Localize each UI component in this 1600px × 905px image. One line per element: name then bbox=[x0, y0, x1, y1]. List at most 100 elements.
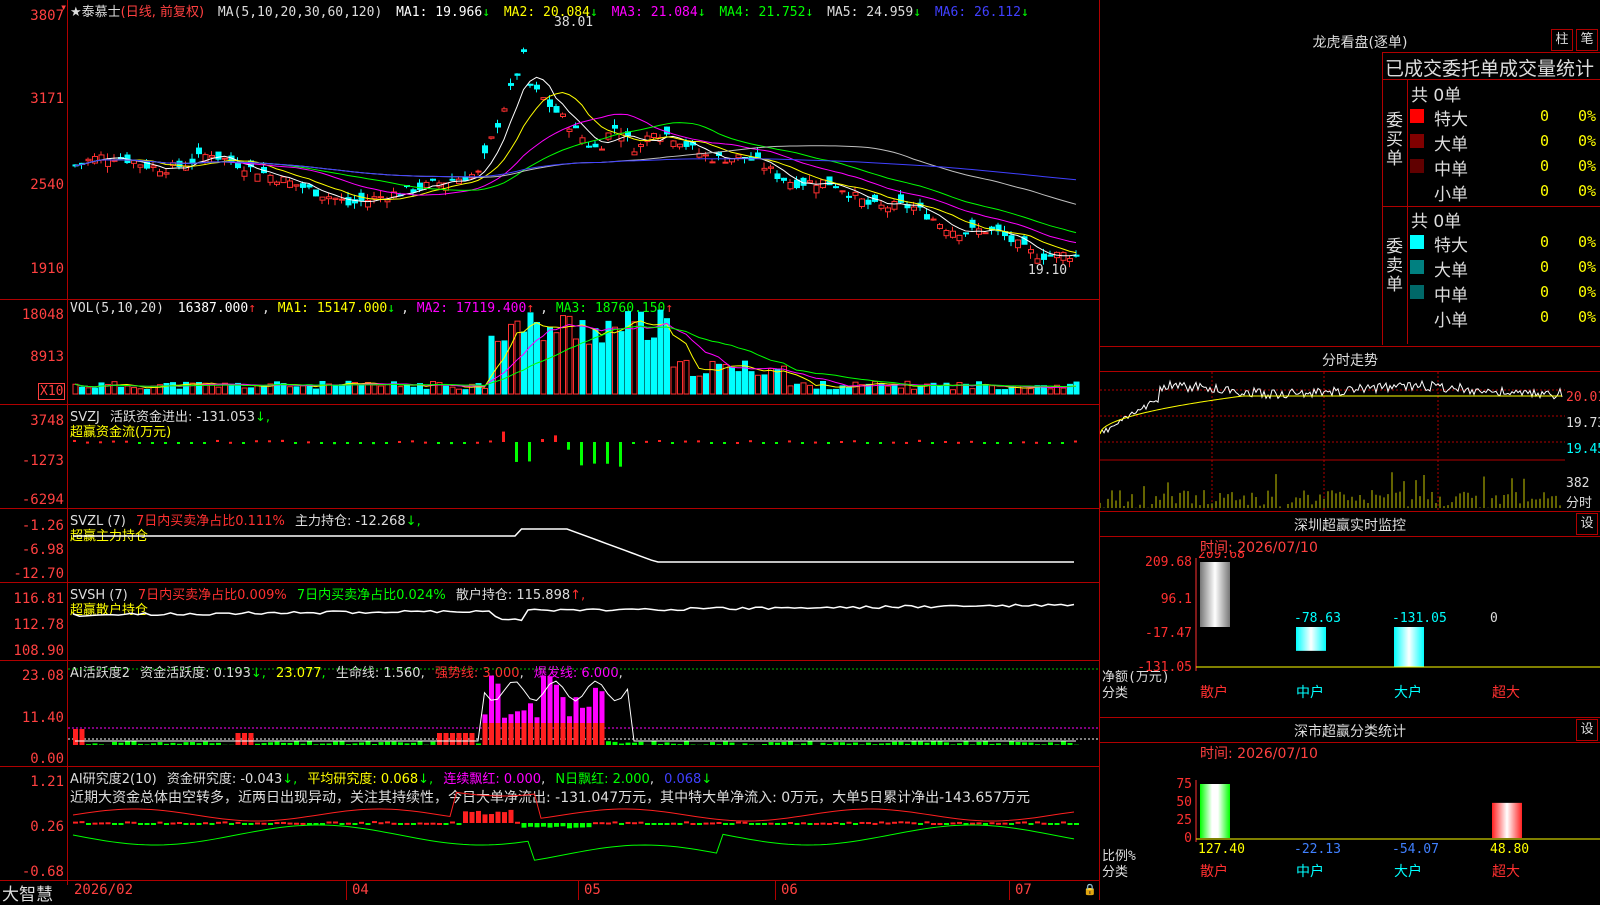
ai-research-bar bbox=[925, 821, 930, 823]
ai-research-bar bbox=[93, 823, 98, 825]
sell-swatch bbox=[1410, 285, 1424, 299]
ai-active-bar bbox=[268, 742, 273, 745]
y-tick: 23.08 bbox=[2, 668, 64, 684]
sz-class-settings-button[interactable]: 设 bbox=[1576, 719, 1598, 741]
sell-label: 小单 bbox=[1434, 306, 1468, 331]
ai-research-bar bbox=[1029, 823, 1034, 825]
svzj-bar bbox=[944, 441, 947, 443]
svzj-bar bbox=[411, 440, 414, 442]
sz-monitor-chart[interactable]: 209.6896.1-17.47-131.05209.68散户-78.63中户-… bbox=[1100, 552, 1600, 712]
volume-bar bbox=[385, 385, 390, 394]
kline-chart[interactable]: 38.01 19.10 bbox=[68, 0, 1099, 298]
svzj-bar bbox=[723, 442, 726, 444]
svzj-bar bbox=[775, 442, 778, 444]
ai-research-bar bbox=[522, 823, 527, 828]
ai-active-bar bbox=[177, 744, 182, 745]
ai-research-bar bbox=[743, 822, 748, 824]
ai-research-bar bbox=[457, 823, 462, 825]
ai-research-bar bbox=[164, 823, 169, 825]
ai-research-bar bbox=[704, 823, 709, 825]
y-tick: 11.40 bbox=[2, 710, 64, 726]
bar-value-label: -78.63 bbox=[1294, 611, 1341, 626]
sz-monitor-settings-button[interactable]: 设 bbox=[1576, 513, 1598, 535]
svzj-chart[interactable] bbox=[68, 405, 1099, 508]
ai-active-bar bbox=[86, 744, 91, 745]
volume-bar bbox=[379, 386, 384, 394]
volume-bar bbox=[769, 368, 774, 394]
ai-active-chart[interactable] bbox=[68, 661, 1099, 766]
volume-bar bbox=[938, 386, 943, 394]
ai-active-bar bbox=[242, 733, 247, 745]
kline-candle bbox=[86, 159, 91, 160]
ai-active-bar bbox=[879, 744, 884, 745]
ai-research-bar bbox=[944, 823, 949, 825]
ai-active-bar bbox=[684, 741, 689, 745]
sell-label: 大单 bbox=[1434, 256, 1468, 281]
y-tick: 50 bbox=[1176, 795, 1192, 810]
bar-mode-button[interactable]: 柱 bbox=[1551, 29, 1573, 51]
tick-mode-button[interactable]: 笔 bbox=[1576, 29, 1598, 51]
ai-active-bar-base bbox=[593, 723, 598, 745]
intraday-chart[interactable] bbox=[1100, 372, 1565, 510]
ai-research-bar bbox=[203, 822, 208, 824]
volume-bar bbox=[164, 384, 169, 394]
volume-bar bbox=[450, 387, 455, 394]
svsh-line bbox=[73, 604, 1074, 620]
ai-research-bar bbox=[268, 823, 273, 825]
kline-candle bbox=[515, 74, 520, 75]
volume-bar bbox=[541, 341, 546, 394]
svzj-bar bbox=[450, 442, 453, 444]
y-tick: 3171 bbox=[2, 91, 64, 107]
y-axis-caption: 比例% bbox=[1102, 849, 1136, 864]
svzj-bar bbox=[1074, 441, 1077, 443]
ai-active-bar bbox=[366, 741, 371, 745]
volume-bar bbox=[626, 312, 631, 394]
ai-research-bar bbox=[567, 823, 572, 828]
ai-active-bar bbox=[255, 744, 260, 745]
ma2-line bbox=[75, 93, 1076, 253]
volume-bar bbox=[73, 384, 78, 394]
lock-icon[interactable]: 🔒 bbox=[1083, 883, 1097, 896]
buy-value: 0 bbox=[1540, 107, 1549, 125]
ai-research-bar bbox=[827, 823, 832, 825]
ai-research-bar bbox=[788, 822, 793, 824]
ai-active-bar bbox=[1029, 743, 1034, 745]
svzj-bar bbox=[736, 442, 739, 444]
kline-candle bbox=[314, 190, 319, 196]
svsh-chart[interactable] bbox=[68, 583, 1099, 660]
ai-active-bar bbox=[1022, 742, 1027, 745]
ma6-line bbox=[75, 159, 1076, 180]
sell-value: 0 bbox=[1540, 283, 1549, 301]
ai-research-bar bbox=[814, 823, 819, 825]
bar-大户 bbox=[1394, 627, 1424, 667]
volume-chart[interactable] bbox=[68, 300, 1099, 404]
kline-candle bbox=[1009, 236, 1014, 242]
ai-active-bar-base bbox=[587, 723, 592, 745]
kline-candle bbox=[723, 162, 728, 163]
kline-candle bbox=[138, 165, 143, 167]
volume-bar bbox=[886, 386, 891, 394]
x-tick: 04 bbox=[352, 882, 369, 898]
ai-research-bar bbox=[197, 823, 202, 825]
volume-bar bbox=[463, 390, 468, 394]
stats-tabs[interactable]: 已成交委托单成交量统计 bbox=[1385, 54, 1600, 81]
kline-candle bbox=[704, 155, 709, 156]
volume-bar bbox=[333, 386, 338, 394]
kline-candle bbox=[327, 197, 332, 199]
ai-active-bar bbox=[899, 742, 904, 745]
kline-candle bbox=[535, 85, 540, 89]
svzl-chart[interactable] bbox=[68, 509, 1099, 582]
kline-candle bbox=[112, 160, 117, 161]
buy-swatch bbox=[1410, 159, 1424, 173]
ai-research-chart[interactable] bbox=[68, 767, 1099, 880]
sz-class-chart[interactable]: 7550250127.40散户-22.13中户-54.07大户48.80超大比例… bbox=[1100, 758, 1600, 900]
volume-bar bbox=[314, 389, 319, 394]
svzj-bar bbox=[138, 442, 141, 444]
ai-research-bar bbox=[392, 823, 397, 825]
kline-candle bbox=[775, 174, 780, 179]
ai-active-bar bbox=[762, 744, 767, 745]
ai-research-bar bbox=[918, 823, 923, 825]
chart-area[interactable]: ★泰慕士(日线, 前复权) MA(5,10,20,30,60,120) MA1:… bbox=[0, 0, 1100, 900]
volume-bar bbox=[359, 384, 364, 394]
ai-research-bar bbox=[593, 822, 598, 824]
